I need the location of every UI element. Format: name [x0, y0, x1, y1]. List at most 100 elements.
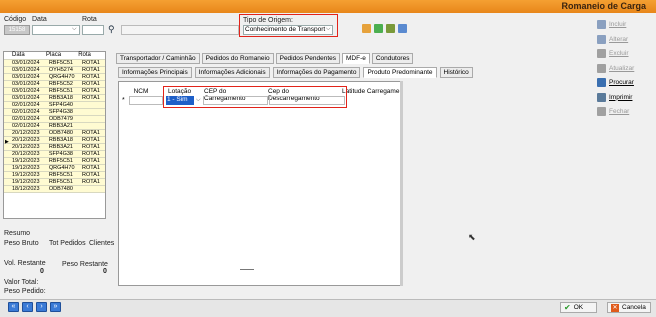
tab-condutores[interactable]: Condutores	[371, 53, 414, 64]
tab-pedidos-pendentes[interactable]: Pedidos Pendentes	[275, 53, 340, 64]
ok-button[interactable]: ✔ OK	[560, 302, 597, 313]
list-item[interactable]: 19/12/2023 RBF5C51 ROTA1	[4, 157, 105, 165]
list-item[interactable]: 20/12/2023 ODB7480 ROTA1	[4, 129, 105, 137]
excluir-button[interactable]: Excluir	[597, 47, 652, 60]
globe-icon[interactable]	[398, 24, 407, 33]
main-tabs: Transportador / Caminhão Pedidos do Roma…	[116, 53, 414, 64]
row-route: ROTA1	[81, 80, 105, 88]
lotacao-highlight	[163, 86, 347, 108]
new-row-marker: *	[122, 97, 125, 104]
tipo-origem-value: Conhecimento de Transport	[245, 26, 326, 33]
refresh-icon[interactable]	[374, 24, 383, 33]
atualizar-label: Atualizar	[609, 64, 635, 72]
atualizar-button[interactable]: Atualizar	[597, 62, 652, 75]
row-date: 19/12/2023	[4, 164, 48, 172]
tab-transportador[interactable]: Transportador / Caminhão	[116, 53, 200, 64]
fechar-icon	[597, 107, 606, 116]
list-item[interactable]: 18/12/2023 ODB7480	[4, 185, 105, 193]
list-item[interactable]: 03/01/2024 RBF5C51 ROTA1	[4, 59, 105, 67]
cancel-label: Cancela	[622, 304, 646, 311]
grid-scrollbar[interactable]	[400, 81, 403, 286]
chevron-down-icon[interactable]: ⌵	[326, 26, 331, 33]
list-item[interactable]: 03/01/2024 RBF5C51 ROTA1	[4, 87, 105, 95]
list-item[interactable]: 02/01/2024 SFP4G38	[4, 108, 105, 116]
romaneio-list[interactable]: Data Placa Rota 03/01/2024 RBF5C51 ROTA1 03…	[3, 51, 106, 219]
grid-resize-handle[interactable]	[240, 269, 254, 270]
row-plate: RBF5C51	[47, 157, 82, 165]
first-record-button[interactable]: «	[8, 302, 19, 312]
resumo-label: Resumo	[4, 230, 31, 237]
imprimir-button[interactable]: Imprimir	[597, 91, 652, 104]
cancel-button[interactable]: ✕ Cancela	[607, 302, 651, 313]
previous-record-button[interactable]: ‹	[22, 302, 33, 312]
record-navigation: « ‹ › »	[8, 302, 61, 312]
list-header: Data Placa Rota	[4, 52, 105, 60]
fechar-label: Fechar	[609, 108, 630, 115]
alterar-icon	[597, 34, 606, 44]
row-plate: RBF5C51	[47, 178, 82, 186]
row-route: ROTA1	[81, 59, 105, 67]
list-item[interactable]: 19/12/2023 QRG4H70 ROTA1	[4, 164, 105, 172]
list-item[interactable]: 20/12/2023 SFP4G38 ROTA1	[4, 150, 105, 158]
row-route: ROTA1	[81, 73, 105, 81]
row-plate: QRG4H70	[47, 164, 82, 172]
list-item[interactable]: 19/12/2023 RBF5C51 ROTA1	[4, 171, 105, 179]
truck-icon[interactable]	[362, 24, 371, 33]
row-route: ROTA1	[81, 94, 105, 102]
row-plate: ODB7480	[47, 129, 82, 137]
row-plate: RBB3A18	[47, 94, 82, 102]
procurar-button[interactable]: Procurar	[597, 76, 652, 89]
tab-info-pagamento[interactable]: Informações do Pagamento	[272, 67, 361, 78]
toolbar-icons	[362, 24, 407, 33]
incluir-button[interactable]: Incluir	[597, 18, 652, 31]
row-date: 03/01/2024	[4, 80, 48, 88]
tot-pedidos-label: Tot Pedidos	[49, 240, 86, 247]
list-item[interactable]: 02/01/2024 SFP4G40	[4, 101, 105, 109]
map-icon[interactable]	[386, 24, 395, 33]
incluir-icon	[597, 20, 606, 29]
list-item[interactable]: 03/01/2024 RBB3A18 ROTA1	[4, 94, 105, 102]
row-date: 19/12/2023	[4, 171, 48, 179]
list-item[interactable]: 03/01/2024 OYH5274 ROTA1	[4, 66, 105, 74]
list-item[interactable]: 19/12/2023 RBF5C51 ROTA1	[4, 178, 105, 186]
peso-restante-value: 0	[103, 268, 107, 275]
tab-info-adicionais[interactable]: Informações Adicionais	[194, 67, 270, 78]
codigo-field[interactable]: 15158	[4, 25, 30, 35]
produto-grid[interactable]	[118, 81, 403, 286]
fechar-button[interactable]: Fechar	[597, 105, 652, 118]
next-record-button[interactable]: ›	[36, 302, 47, 312]
tab-produto-predominante[interactable]: Produto Predominante	[363, 67, 437, 78]
last-record-button[interactable]: »	[50, 302, 61, 312]
row-date: 18/12/2023	[4, 185, 48, 193]
alterar-button[interactable]: Alterar	[597, 33, 652, 46]
col-latitude: Latitude Carregame	[342, 88, 400, 95]
tab-info-principais[interactable]: Informações Principais	[118, 67, 192, 78]
row-date: 19/12/2023	[4, 178, 48, 186]
list-item[interactable]: 02/01/2024 ODB7479	[4, 115, 105, 123]
tab-historico[interactable]: Histórico	[439, 67, 473, 78]
tipo-origem-select[interactable]: Conhecimento de Transport	[243, 25, 333, 35]
col-rota: Rota	[77, 52, 105, 60]
row-plate: RBB3A18	[47, 136, 82, 144]
binoculars-icon[interactable]: ⚲	[108, 24, 115, 35]
tab-mdfe[interactable]: MDF-e	[342, 53, 370, 64]
tab-pedidos-romaneio[interactable]: Pedidos do Romaneio	[201, 53, 274, 64]
rota-field[interactable]	[82, 25, 104, 35]
peso-pedido-label: Peso Pedido:	[4, 288, 46, 295]
list-item[interactable]: 03/01/2024 QRG4H70 ROTA1	[4, 73, 105, 81]
ok-label: OK	[573, 304, 584, 311]
row-plate: RBF5C51	[47, 171, 82, 179]
imprimir-label: Imprimir	[609, 93, 633, 101]
date-dropdown-icon[interactable]: ⌵	[72, 26, 77, 33]
list-item[interactable]: 20/12/2023 RBB3A18 ROTA1	[4, 136, 105, 144]
ncm-cell[interactable]	[129, 96, 163, 105]
row-plate: ODB7479	[47, 115, 82, 123]
row-date: 20/12/2023	[4, 150, 48, 158]
col-data: Data	[4, 52, 46, 60]
list-item[interactable]: 02/01/2024 RBB3A21	[4, 122, 105, 130]
clientes-label: Clientes	[89, 240, 115, 247]
row-plate: OYH5274	[47, 66, 82, 74]
atualizar-icon	[597, 63, 606, 73]
list-item[interactable]: 03/01/2024 RBF5C52 ROTA1	[4, 80, 105, 88]
list-item[interactable]: 20/12/2023 RBB3A21 ROTA1	[4, 143, 105, 151]
